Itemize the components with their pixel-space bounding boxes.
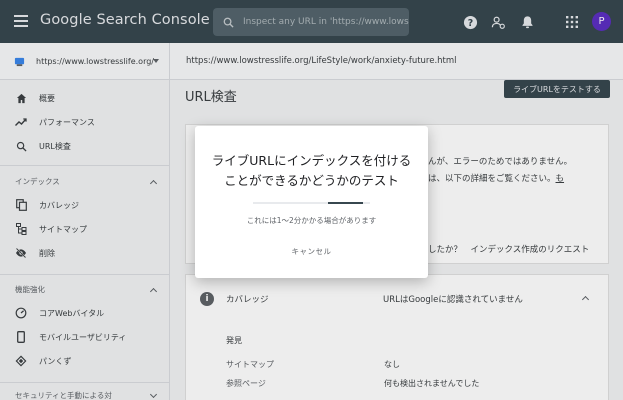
live-test-dialog: ライブURLにインデックスを付けることができるかどうかのテスト これには1〜2分… (195, 126, 428, 278)
dialog-title: ライブURLにインデックスを付けることができるかどうかのテスト (211, 153, 412, 188)
dialog-note: これには1〜2分かかる場合があります (246, 216, 377, 225)
cancel-button[interactable]: キャンセル (279, 242, 344, 260)
progress-bar (253, 202, 370, 204)
progress-fill (327, 202, 363, 204)
